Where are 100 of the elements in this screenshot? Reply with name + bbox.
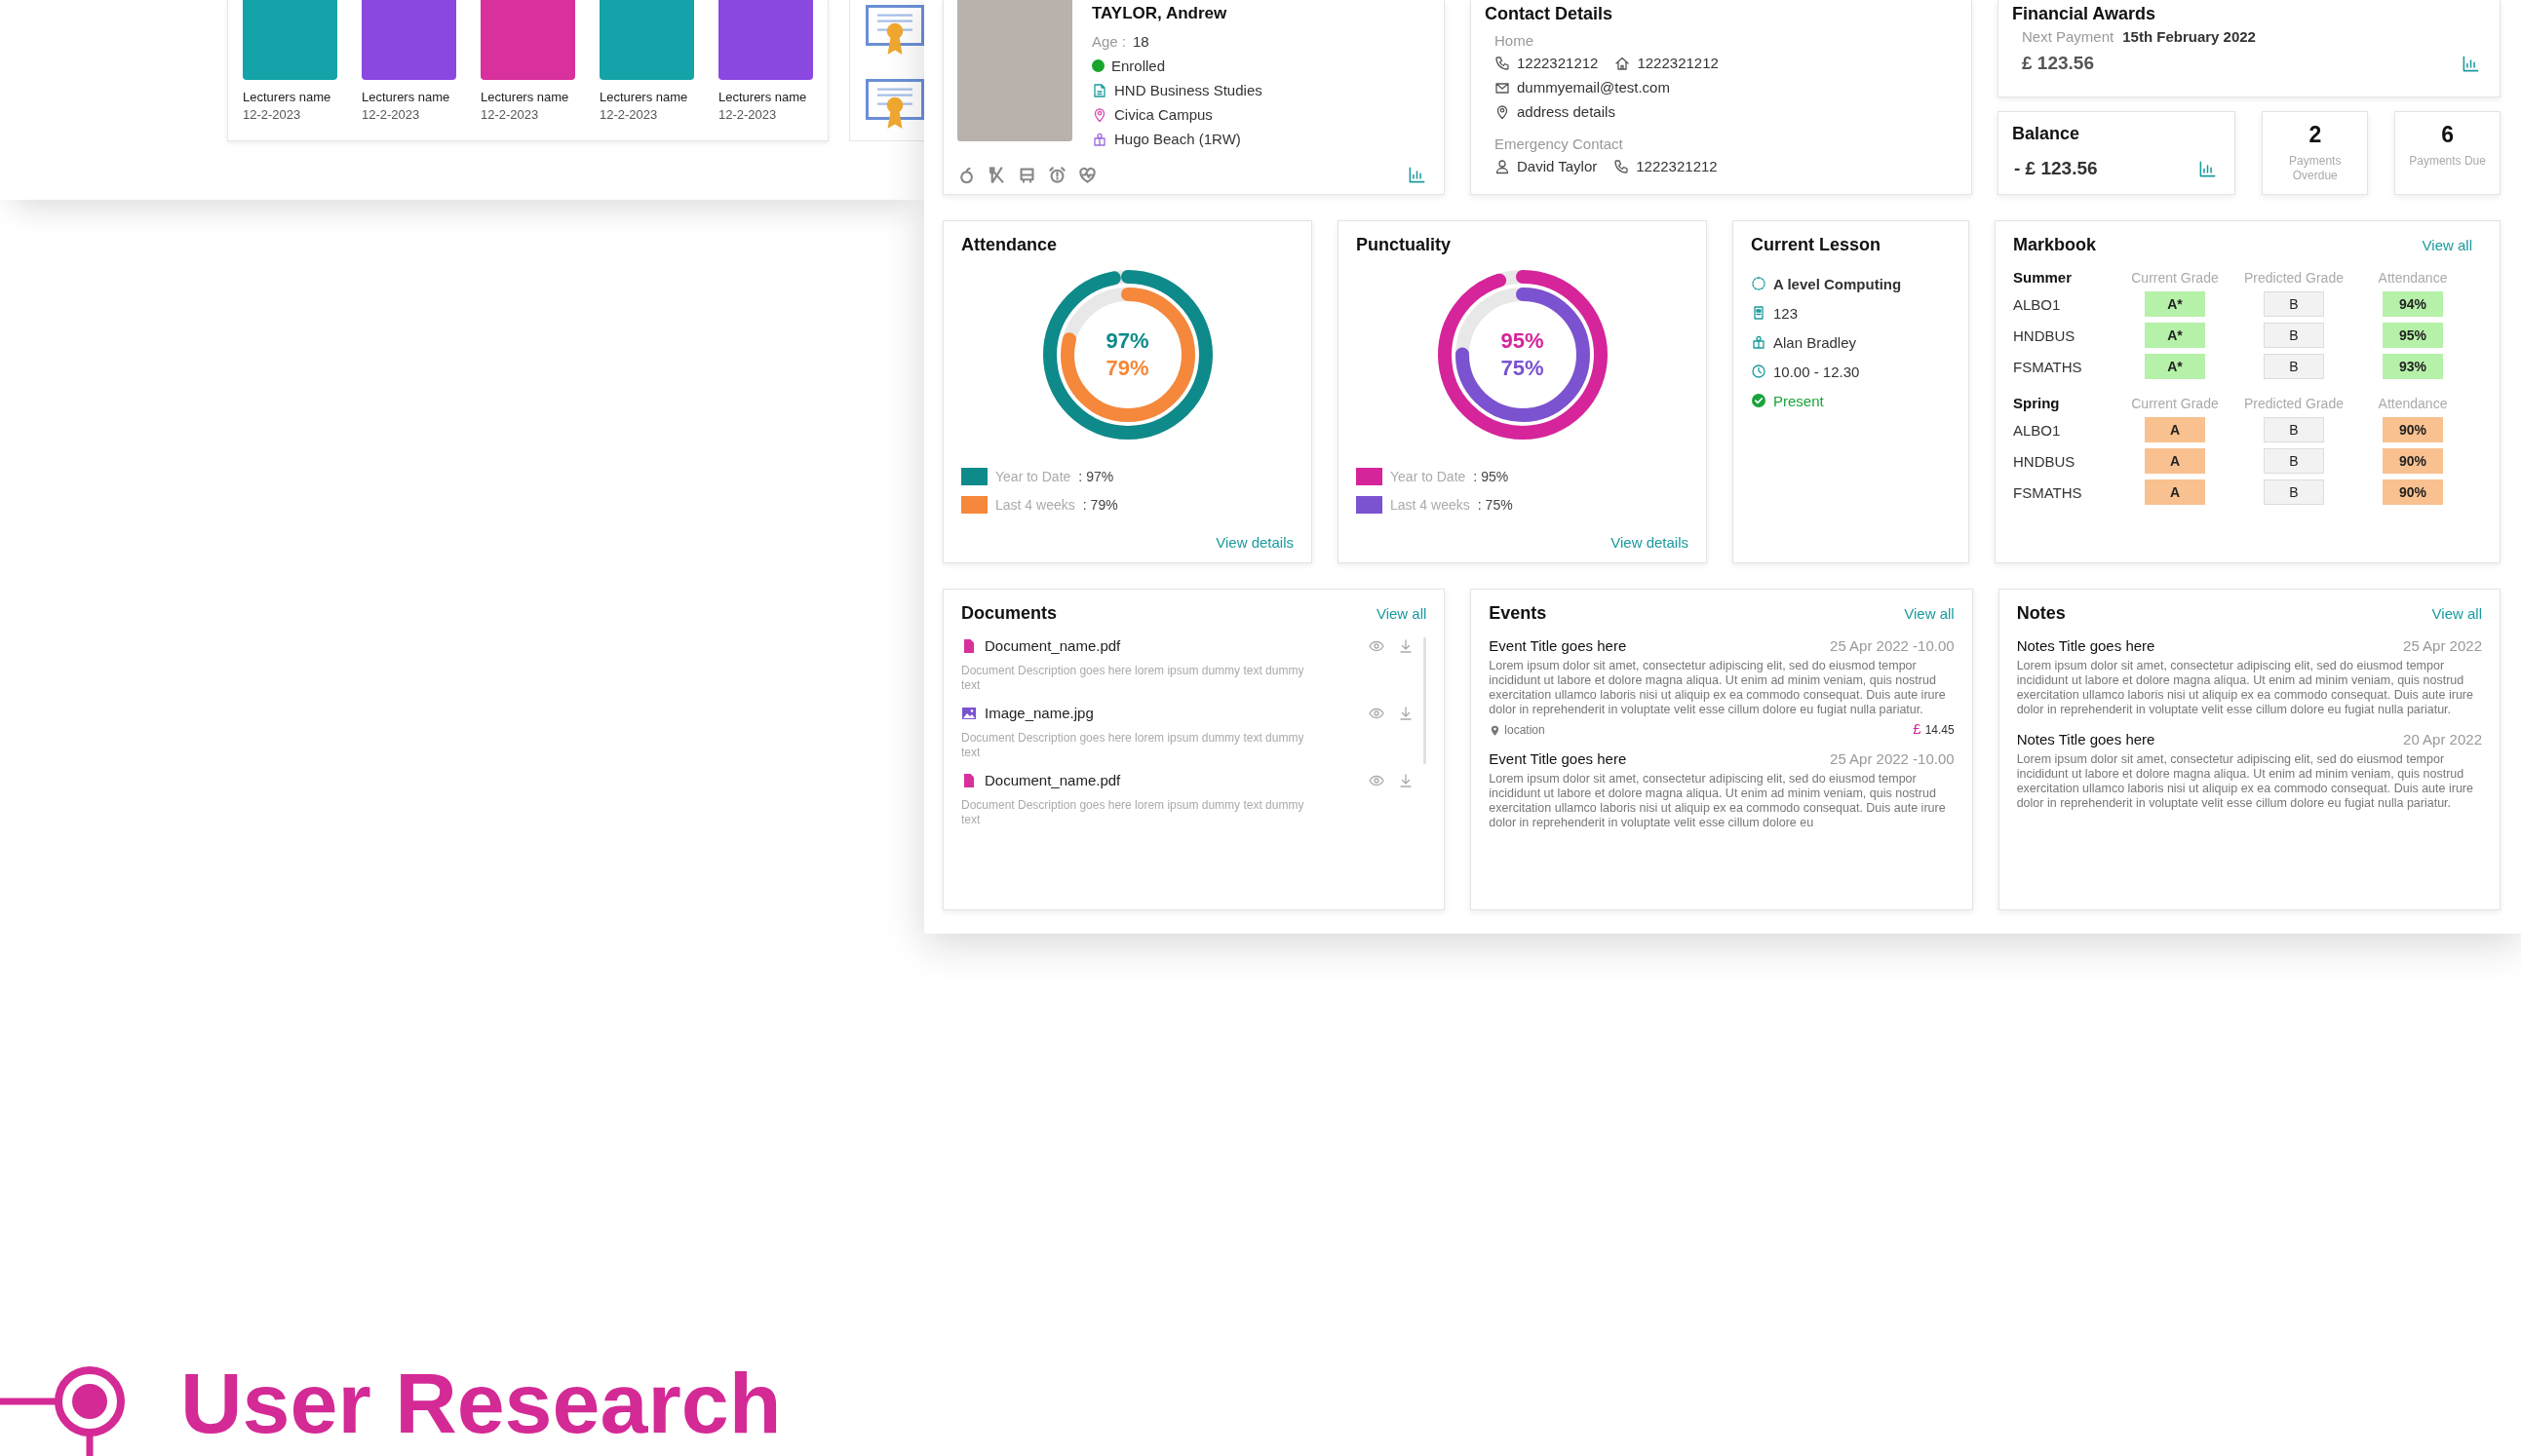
predicted-grade: B bbox=[2264, 291, 2324, 317]
emergency-contact-label: Emergency Contact bbox=[1494, 135, 1624, 152]
image-icon bbox=[961, 705, 977, 721]
tutor-icon bbox=[1092, 131, 1107, 147]
teacher-icon bbox=[1751, 334, 1766, 350]
course-code: HNDBUS bbox=[2013, 452, 2076, 470]
alarm-clock-icon bbox=[1048, 166, 1067, 184]
address-text: address details bbox=[1517, 103, 1615, 120]
card-title: Current Lesson bbox=[1751, 235, 1882, 255]
clock-icon bbox=[1751, 364, 1766, 379]
lecturer-thumbnail[interactable] bbox=[362, 0, 456, 80]
card-title: Punctuality bbox=[1356, 235, 1452, 255]
attendance-percentage: 95% bbox=[2383, 323, 2443, 348]
emergency-contact-name: David Taylor bbox=[1517, 158, 1598, 174]
phone-icon bbox=[1613, 158, 1630, 174]
event-location: location bbox=[1504, 723, 1545, 737]
attendance-status: Present bbox=[1773, 392, 1824, 409]
bar-chart-icon bbox=[2198, 159, 2218, 178]
file-name[interactable]: Document_name.pdf bbox=[985, 637, 1121, 654]
lecturer-thumbnail[interactable] bbox=[481, 0, 575, 80]
course-code: ALBO1 bbox=[2013, 421, 2062, 439]
column-header: Current Grade bbox=[2130, 395, 2220, 411]
legend-value: 95% bbox=[1481, 469, 1509, 484]
lesson-time: 10.00 - 12.30 bbox=[1773, 363, 1860, 380]
lecturer-name: Lecturers name bbox=[481, 90, 570, 104]
view-details-link[interactable]: View details bbox=[1610, 534, 1688, 551]
card-title: Notes bbox=[2016, 603, 2066, 624]
course-name: HND Business Studies bbox=[1114, 82, 1262, 98]
document-description: Document Description goes here lorem ipsum dummy text dummy text bbox=[961, 664, 1305, 693]
lecturer-thumbnail[interactable] bbox=[718, 0, 813, 80]
document-description: Document Description goes here lorem ipsum dummy text dummy text bbox=[961, 731, 1305, 760]
lesson-subject: A level Computing bbox=[1773, 275, 1902, 292]
view-all-link[interactable]: View all bbox=[1904, 605, 1955, 622]
legend-separator: : bbox=[1082, 497, 1087, 513]
note-text: Lorem ipsum dolor sit amet, consectetur adipiscing elit, sed do eiusmod tempor incididunt ut labore et dolore magna aliqua. Ut enim ad minim veniam, quis nostrud exercitation ullamco laboris nisi ut aliquip ex ea commodo consequat. Duis aute irure dolor in reprehenderit in voluptate velit esse cillum dolore eu fugiat nulla pariatur. bbox=[2016, 659, 2474, 717]
lecturer-name: Lecturers name bbox=[243, 90, 332, 104]
age-value: 18 bbox=[1133, 33, 1149, 50]
legend-value: 79% bbox=[1090, 497, 1118, 513]
view-all-link[interactable]: View all bbox=[2422, 237, 2472, 253]
column-header: Attendance bbox=[2377, 395, 2449, 411]
attendance-percentage: 93% bbox=[2383, 354, 2443, 379]
current-grade: A* bbox=[2145, 323, 2205, 348]
event-description: Lorem ipsum dolor sit amet, consectetur adipiscing elit, sed do eiusmod tempor incididunt ut labore et dolore magna aliqua. Ut enim ad minim veniam, quis nostrud exercitation ullamco laboris nisi ut aliquip ex ea commodo consequat. Duis aute irure dolor in reprehenderit in voluptate velit esse cillum dolore eu fugiat nulla pariatur. bbox=[1489, 659, 1947, 717]
predicted-grade: B bbox=[2264, 354, 2324, 379]
payment-stat-label: Payments Overdue bbox=[2288, 154, 2343, 184]
home-phone-number: 1222321212 bbox=[1637, 55, 1719, 71]
course-code: FSMATHS bbox=[2013, 483, 2083, 501]
document-icon bbox=[1092, 82, 1107, 98]
view-all-link[interactable]: View all bbox=[2431, 605, 2482, 622]
bar-chart-icon bbox=[2462, 54, 2480, 73]
current-grade: A bbox=[2145, 417, 2205, 442]
card-title: Balance bbox=[2012, 124, 2081, 145]
current-grade: A bbox=[2145, 448, 2205, 474]
attendance-percentage: 90% bbox=[2383, 417, 2443, 442]
file-name[interactable]: Document_name.pdf bbox=[985, 772, 1121, 788]
column-header: Predicted Grade bbox=[2243, 269, 2345, 286]
file-icon bbox=[961, 637, 977, 654]
legend-value: 75% bbox=[1485, 497, 1513, 513]
teacher-name: Alan Bradley bbox=[1773, 333, 1857, 351]
lecturer-date: 12-2-2023 bbox=[243, 107, 302, 122]
card-title: Attendance bbox=[961, 235, 1058, 255]
payment-count: 6 bbox=[2440, 122, 2455, 149]
file-name[interactable]: Image_name.jpg bbox=[985, 705, 1094, 721]
card-title: Financial Awards bbox=[2012, 4, 2157, 24]
home-label: Home bbox=[1494, 32, 1534, 49]
next-payment-label: Next Payment bbox=[2022, 28, 2114, 45]
legend-label: Last 4 weeks bbox=[1390, 497, 1470, 513]
note-title: Notes Title goes here bbox=[2016, 637, 2155, 654]
lecturer-date: 12-2-2023 bbox=[362, 107, 421, 122]
location-pin-icon bbox=[1092, 106, 1107, 123]
ring-value: 75% bbox=[1500, 356, 1544, 381]
lecturer-name: Lecturers name bbox=[600, 90, 689, 104]
view-details-link[interactable]: View details bbox=[1216, 534, 1294, 551]
column-header: Current Grade bbox=[2130, 269, 2220, 286]
location-pin-icon bbox=[1494, 103, 1510, 120]
event-description: Lorem ipsum dolor sit amet, consectetur adipiscing elit, sed do eiusmod tempor incididunt ut labore et dolore magna aliqua. Ut enim ad minim veniam, quis nostrud exercitation ullamco laboris nisi ut aliquip ex ea commodo consequat. Duis aute irure dolor in reprehenderit in voluptate velit esse cillum dolore eu bbox=[1489, 772, 1947, 830]
legend-label: Year to Date bbox=[995, 469, 1071, 484]
age-label: Age : bbox=[1092, 33, 1127, 50]
lecturer-thumbnail[interactable] bbox=[243, 0, 337, 80]
lecturer-date: 12-2-2023 bbox=[481, 107, 540, 122]
event-date: 25 Apr 2022 -10.00 bbox=[1830, 637, 1955, 654]
lecturer-date: 12-2-2023 bbox=[718, 107, 778, 122]
currency-symbol: £ bbox=[1913, 723, 1921, 737]
lecturer-thumbnail[interactable] bbox=[600, 0, 694, 80]
term-name: Summer bbox=[2013, 269, 2074, 286]
attendance-percentage: 94% bbox=[2383, 291, 2443, 317]
event-price: 14.45 bbox=[1924, 723, 1955, 737]
note-date: 25 Apr 2022 bbox=[2403, 637, 2482, 654]
student-name: TAYLOR, Andrew bbox=[1092, 4, 1228, 23]
predicted-grade: B bbox=[2264, 417, 2324, 442]
view-all-link[interactable]: View all bbox=[1376, 605, 1427, 622]
course-code: ALBO1 bbox=[2013, 295, 2062, 313]
bus-icon bbox=[1018, 166, 1036, 184]
legend-label: Last 4 weeks bbox=[995, 497, 1075, 513]
document-description: Document Description goes here lorem ipsum dummy text dummy text bbox=[961, 798, 1305, 827]
payment-stat-label: Payments Due bbox=[2408, 154, 2487, 170]
term-name: Spring bbox=[2013, 395, 2061, 411]
event-title: Event Title goes here bbox=[1489, 750, 1627, 767]
column-header: Predicted Grade bbox=[2243, 395, 2345, 411]
current-grade: A* bbox=[2145, 291, 2205, 317]
